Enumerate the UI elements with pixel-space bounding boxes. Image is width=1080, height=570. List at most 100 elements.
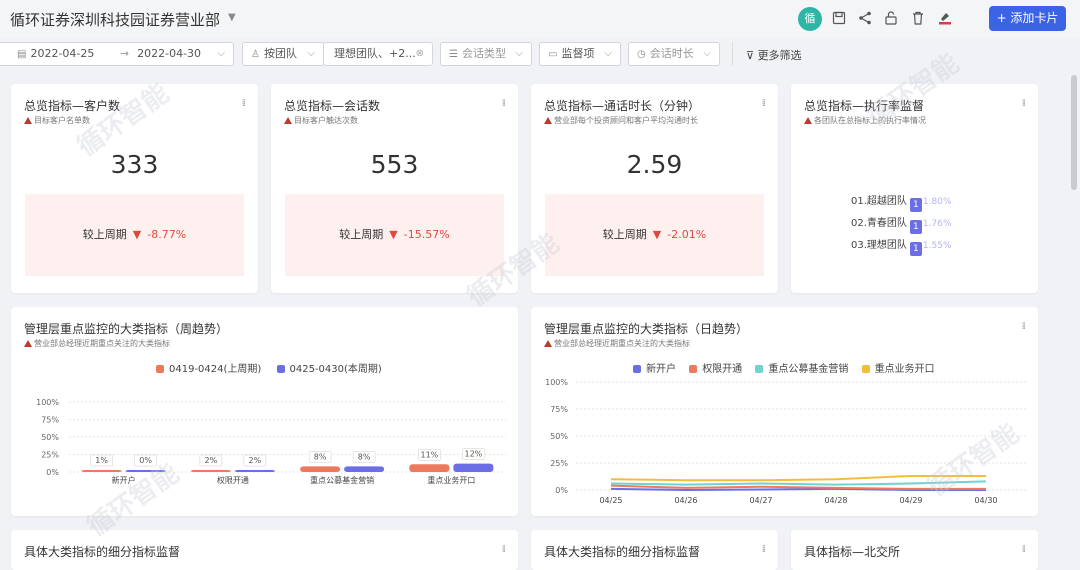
drag-handle-icon[interactable]: ⁞⁞	[242, 98, 247, 109]
session-type-select[interactable]: ☰ 会话类型 ⌵	[440, 42, 532, 66]
sub-indicator-card-2: 具体大类指标的细分指标监督 ⁞⁞	[531, 530, 778, 570]
drag-handle-icon[interactable]: ⁞⁞	[502, 98, 507, 109]
kpi-value: 2.59	[626, 150, 683, 179]
chevron-down-icon: ⌵	[604, 48, 612, 59]
clear-icon[interactable]: ⊗	[416, 43, 424, 65]
kpi-value: 553	[370, 150, 419, 179]
date-from[interactable]: 2022-04-25	[30, 47, 94, 60]
team-label: 02.青春团队	[851, 218, 907, 229]
date-to[interactable]: 2022-04-30	[137, 47, 201, 60]
bar	[125, 470, 166, 472]
period-compare: 较上周期 ▼ -8.77%	[25, 194, 244, 276]
compare-label: 较上周期	[602, 228, 647, 241]
share-icon[interactable]	[857, 10, 873, 26]
drag-handle-icon[interactable]: ⁞⁞	[502, 544, 507, 555]
x-tick-label: 新开户	[112, 475, 136, 485]
add-card-button[interactable]: + 添加卡片	[989, 6, 1066, 31]
period-compare: 较上周期 ▼ -2.01%	[545, 194, 764, 276]
kpi-card-sessions: 总览指标—会话数 目标客户触达次数 ⁞⁞ 553 较上周期 ▼ -15.57%	[271, 84, 518, 293]
x-tick-label: 04/27	[749, 496, 772, 505]
supervision-label: 监督项	[561, 47, 595, 60]
card-title: 总览指标—会话数	[284, 99, 381, 113]
compare-label: 较上周期	[82, 228, 127, 241]
compare-value: -8.77%	[147, 228, 187, 241]
team-icon: ♙	[251, 49, 260, 60]
bar	[190, 470, 231, 472]
theme-paint-icon[interactable]	[937, 10, 953, 26]
more-filters-label: 更多筛选	[757, 49, 802, 62]
avatar[interactable]: 循	[798, 7, 822, 31]
warning-icon	[804, 117, 812, 124]
rate-bar: 1	[909, 220, 922, 234]
card-subtitle-text: 营业部每个投资顾问和客户平均沟通时长	[554, 116, 698, 125]
rate-value: 1.55%	[922, 241, 952, 251]
card-title: 总览指标—执行率监督	[804, 99, 925, 113]
chevron-down-icon: ⌵	[217, 48, 225, 59]
team-group-select[interactable]: ♙ 按团队 ⌵	[242, 42, 324, 66]
supervision-select[interactable]: ▭ 监督项 ⌵	[539, 42, 621, 66]
filter-icon: ⊽	[746, 49, 758, 62]
card-title: 总览指标—通话时长（分钟）	[544, 99, 701, 113]
bse-indicator-card: 具体指标—北交所 ⁞⁞	[791, 530, 1038, 570]
session-type-label: 会话类型	[461, 47, 506, 60]
chevron-down-icon: ⌵	[703, 48, 711, 59]
team-label: 01.超越团队	[851, 196, 907, 207]
drag-handle-icon[interactable]: ⁞⁞	[1022, 544, 1027, 555]
bar	[344, 466, 385, 472]
team-group-label: 按团队	[263, 47, 297, 60]
y-tick-label: 100%	[36, 398, 59, 407]
delete-icon[interactable]	[910, 10, 926, 26]
down-arrow-icon: ▼	[652, 228, 662, 241]
card-subtitle-text: 各团队在总指标上的执行率情况	[814, 116, 926, 125]
duration-label: 会话时长	[649, 47, 694, 60]
chevron-down-icon: ⌵	[515, 48, 523, 59]
data-label: 1%	[95, 456, 108, 465]
team-multiselect[interactable]: 理想团队、+2... ⊗	[323, 42, 433, 66]
kpi-card-customers: 总览指标—客户数 目标客户名单数 ⁞⁞ 333 较上周期 ▼ -8.77%	[11, 84, 258, 293]
save-icon[interactable]	[831, 10, 847, 26]
data-label: 11%	[420, 450, 438, 459]
down-arrow-icon: ▼	[389, 228, 398, 241]
kpi-card-call-duration: 总览指标—通话时长（分钟） 营业部每个投资顾问和客户平均沟通时长 ⁞⁞ 2.59…	[531, 84, 778, 293]
monitor-icon: ▭	[548, 49, 558, 60]
execution-rate-row: 02.青春团队 1 1.76%	[851, 214, 952, 234]
y-tick-label: 25%	[550, 459, 568, 468]
chevron-down-icon: ⌵	[307, 48, 315, 59]
selected-teams: 理想团队、+2...	[334, 47, 416, 60]
calendar-icon: ▤	[17, 49, 27, 60]
data-label: 2%	[249, 456, 262, 465]
drag-handle-icon[interactable]: ⁞⁞	[1022, 98, 1027, 109]
drag-handle-icon[interactable]: ⁞⁞	[762, 544, 767, 555]
scrollbar-thumb[interactable]	[1071, 75, 1077, 190]
bar	[234, 470, 275, 472]
data-label: 8%	[358, 452, 371, 461]
unlock-icon[interactable]	[883, 10, 899, 26]
page-title: 循环证券深圳科技园证券营业部	[10, 11, 221, 29]
top-bar: 循环证券深圳科技园证券营业部 ▼ 循 + 添加卡片	[0, 0, 1080, 38]
data-label: 2%	[205, 456, 218, 465]
more-filters-button[interactable]: ⊽ 更多筛选	[746, 47, 802, 63]
x-tick-label: 04/26	[674, 496, 697, 505]
duration-select[interactable]: ◷ 会话时长 ⌵	[628, 42, 720, 66]
y-tick-label: 75%	[550, 405, 568, 414]
x-tick-label: 权限开通	[217, 475, 249, 485]
rate-bar: 1	[909, 198, 922, 212]
list-icon: ☰	[449, 49, 458, 60]
daily-trend-card: 管理层重点监控的大类指标（日趋势） 营业部总经理近期重点关注的大类指标 ⁞⁞ 新…	[531, 307, 1038, 516]
drag-handle-icon[interactable]: ⁞⁞	[762, 98, 767, 109]
card-subtitle: 目标客户名单数	[24, 115, 90, 126]
card-subtitle: 目标客户触达次数	[284, 115, 358, 126]
title-dropdown-icon[interactable]: ▼	[228, 12, 236, 23]
kpi-card-execution-rate: 总览指标—执行率监督 各团队在总指标上的执行率情况 ⁞⁞ 01.超越团队 1 1.8…	[791, 84, 1038, 293]
arrow-right-icon: →	[119, 47, 130, 60]
kpi-value: 333	[110, 150, 159, 179]
rate-value: 1.76%	[922, 219, 952, 229]
x-tick-label: 重点公募基金营销	[310, 475, 374, 485]
clock-icon: ◷	[637, 49, 646, 60]
card-subtitle-text: 目标客户名单数	[34, 116, 90, 125]
y-tick-label: 50%	[550, 432, 568, 441]
date-range-picker[interactable]: ▤ 2022-04-25 → 2022-04-30 ⌵	[0, 42, 234, 66]
card-title: 具体大类指标的细分指标监督	[544, 545, 701, 559]
y-tick-label: 25%	[41, 451, 59, 460]
y-tick-label: 0%	[555, 486, 568, 495]
